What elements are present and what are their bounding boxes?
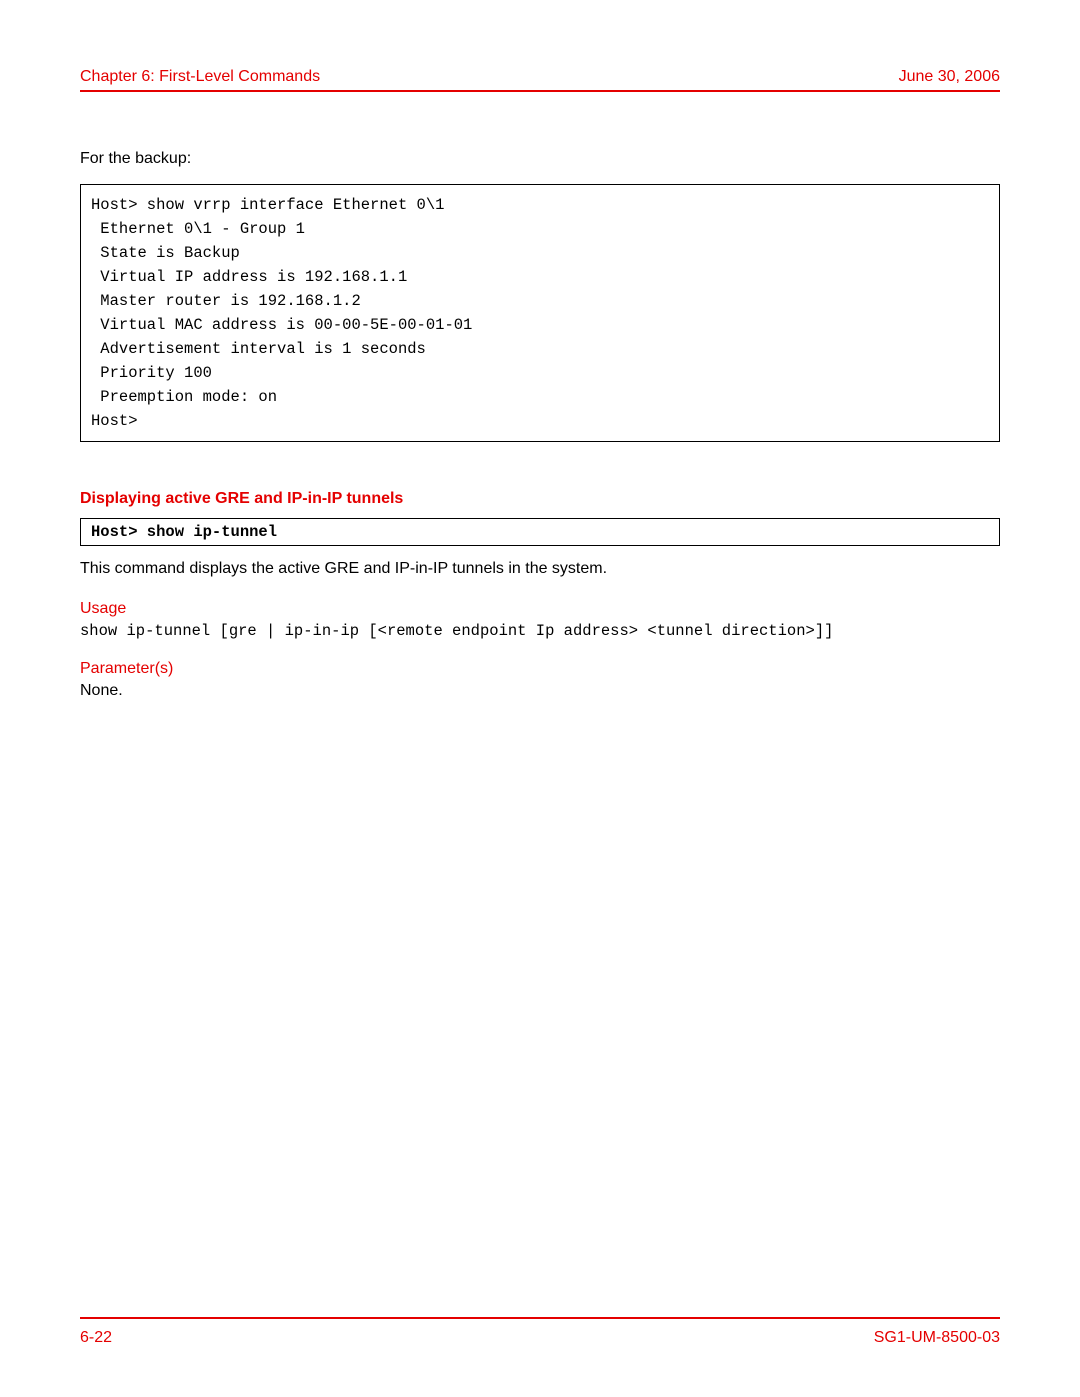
parameters-text: None. (80, 682, 1000, 700)
footer-row: 6-22 SG1-UM-8500-03 (80, 1329, 1000, 1347)
parameters-label: Parameter(s) (80, 660, 1000, 678)
document-id: SG1-UM-8500-03 (874, 1329, 1000, 1347)
document-page: Chapter 6: First-Level Commands June 30,… (0, 0, 1080, 1397)
section-heading: Displaying active GRE and IP-in-IP tunne… (80, 490, 1000, 508)
vrrp-output-code-block: Host> show vrrp interface Ethernet 0\1 E… (80, 184, 1000, 442)
page-number: 6-22 (80, 1329, 112, 1347)
header-date: June 30, 2006 (899, 68, 1000, 86)
command-syntax-box: Host> show ip-tunnel (80, 518, 1000, 546)
chapter-title: Chapter 6: First-Level Commands (80, 68, 320, 86)
usage-label: Usage (80, 600, 1000, 618)
page-header: Chapter 6: First-Level Commands June 30,… (80, 68, 1000, 92)
command-description: This command displays the active GRE and… (80, 560, 1000, 578)
footer-rule (80, 1317, 1000, 1319)
usage-code: show ip-tunnel [gre | ip-in-ip [<remote … (80, 622, 1000, 640)
intro-text: For the backup: (80, 150, 1000, 168)
page-footer: 6-22 SG1-UM-8500-03 (80, 1317, 1000, 1347)
